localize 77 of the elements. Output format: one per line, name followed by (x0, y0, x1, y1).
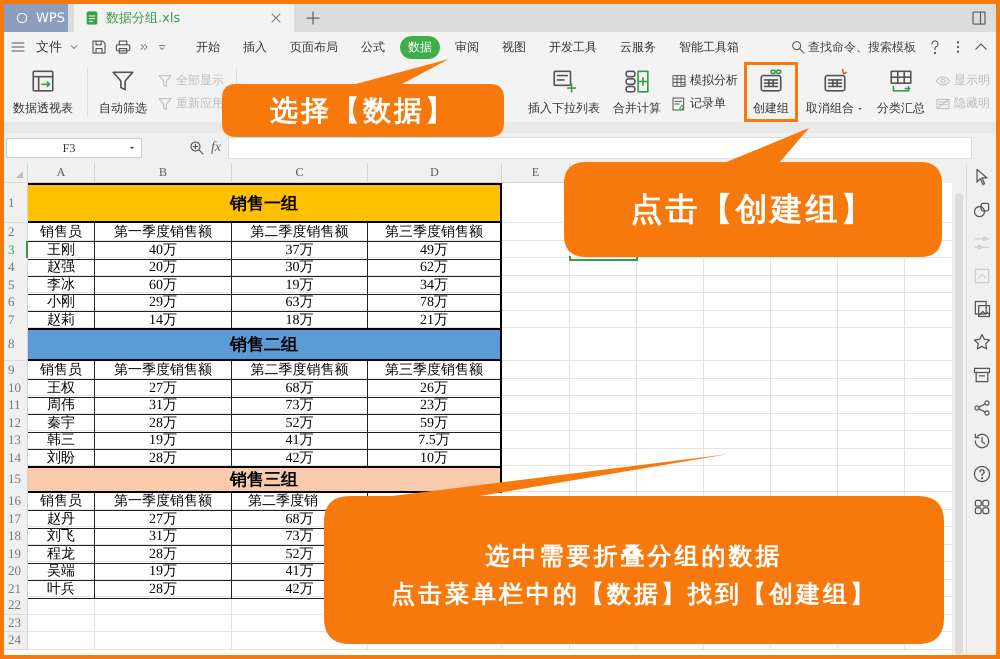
menu-tab[interactable]: 开始 (188, 36, 228, 58)
group-title-cell: 销售一组 (28, 183, 502, 223)
group-title-cell: 销售三组 (28, 466, 502, 493)
menu-tab[interactable]: 公式 (353, 36, 393, 58)
callout-text: 点击【创建组】 (630, 188, 876, 230)
row-header[interactable]: 11 (4, 396, 28, 415)
row-header[interactable]: 4 (4, 258, 28, 277)
help-icon[interactable] (972, 464, 992, 484)
print-icon[interactable] (114, 38, 132, 56)
share-icon[interactable] (972, 398, 992, 418)
save-icon[interactable] (90, 38, 108, 56)
ribbon-button[interactable]: 自动筛选 (94, 62, 152, 122)
archive-icon[interactable] (972, 365, 992, 385)
filter-icon (157, 96, 173, 112)
row-header[interactable]: 9 (4, 361, 28, 380)
ribbon-button[interactable]: 创建组 (744, 62, 798, 122)
menu-tab[interactable]: 视图 (494, 36, 534, 58)
ungroup-icon (822, 68, 848, 94)
double-chevron-icon[interactable] (138, 41, 150, 53)
name-box[interactable]: F3 (6, 138, 142, 158)
row-header[interactable]: 1 (4, 183, 28, 223)
ribbon-button[interactable]: 模拟分析 (669, 72, 740, 89)
function-label: fx (211, 140, 222, 156)
row-header[interactable]: 24 (4, 632, 28, 650)
panel-icon[interactable] (970, 9, 988, 27)
image-icon[interactable] (972, 299, 992, 319)
menu-tab[interactable]: 云服务 (612, 36, 664, 58)
pivot-table-icon (30, 68, 56, 94)
menu-tab[interactable]: 审阅 (447, 36, 487, 58)
row-header[interactable]: 2 (4, 223, 28, 242)
ribbon-button[interactable]: 插入下拉列表 (523, 62, 605, 122)
group-title-cell: 销售二组 (28, 328, 502, 361)
plus-icon[interactable] (304, 9, 322, 27)
history-icon[interactable] (972, 431, 992, 451)
table-icon (671, 72, 687, 88)
row-header[interactable]: 15 (4, 466, 28, 493)
zoom-icon[interactable] (188, 139, 206, 157)
tab[interactable]: WPS (4, 4, 68, 32)
row-header[interactable]: 18 (4, 527, 28, 546)
scrollbar[interactable] (952, 163, 966, 655)
search-icon (790, 39, 806, 55)
list-plus-icon (551, 68, 577, 94)
menu-tab[interactable]: 插入 (235, 36, 275, 58)
menu-tab[interactable]: 页面布局 (282, 36, 346, 58)
scroll-thumb[interactable] (955, 193, 964, 655)
shapes-icon[interactable] (972, 200, 992, 220)
logo-icon (14, 10, 30, 26)
tab[interactable]: 数据分组.xls (74, 4, 294, 32)
row-header[interactable]: 16 (4, 492, 28, 511)
file-menu[interactable]: 文件 (32, 38, 84, 56)
callout-text: 选中需要折叠分组的数据 (486, 541, 782, 572)
grid-icon (888, 68, 914, 94)
menu-tab[interactable]: 数据 (400, 36, 440, 58)
row-header[interactable]: 23 (4, 614, 28, 632)
apps-icon[interactable] (972, 497, 992, 517)
ribbon-button[interactable]: 分类汇总 (872, 62, 930, 122)
row-header[interactable]: 13 (4, 431, 28, 450)
ribbon-button[interactable]: 数据透视表 (8, 62, 78, 122)
star-icon[interactable] (972, 332, 992, 352)
menu-tab[interactable]: 智能工具箱 (671, 36, 747, 58)
merge-icon (624, 68, 650, 94)
file-icon (84, 10, 100, 26)
group-icon (758, 68, 784, 94)
ribbon-button[interactable]: 取消组合 (801, 62, 869, 122)
ribbon-button[interactable]: 记录单 (669, 95, 740, 112)
ribbon-button[interactable]: 合并计算 (608, 62, 666, 122)
row-header[interactable]: 6 (4, 293, 28, 312)
callout-text: 点击菜单栏中的【数据】找到【创建组】 (391, 579, 877, 610)
formula-field[interactable] (228, 137, 972, 159)
filter-icon (157, 72, 173, 88)
row-header[interactable]: 22 (4, 597, 28, 614)
form-icon (671, 96, 687, 112)
row-header[interactable]: 8 (4, 328, 28, 361)
menu-tab[interactable]: 开发工具 (541, 36, 605, 58)
row-header[interactable]: 20 (4, 562, 28, 581)
search-field[interactable]: 查找命令、搜索模板 (790, 39, 920, 55)
callout-text: 选择【数据】 (270, 92, 456, 128)
